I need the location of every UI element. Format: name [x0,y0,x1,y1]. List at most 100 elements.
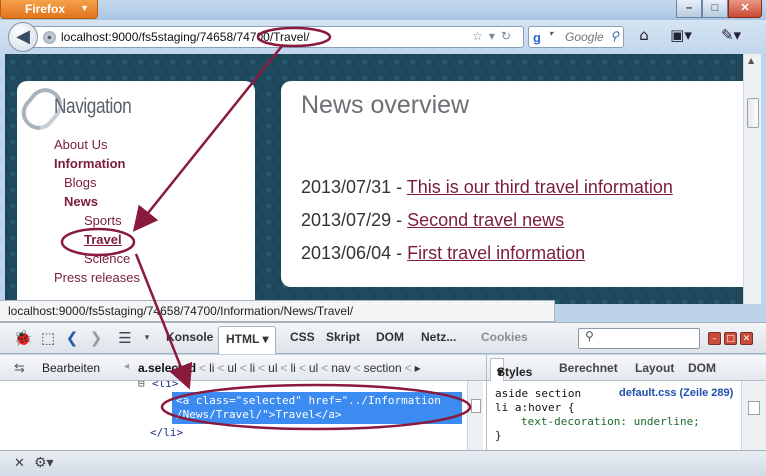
scrollbar-thumb[interactable] [747,98,759,128]
selected-html-node[interactable]: <a class="selected" href="../Information… [172,392,462,424]
nav-item-science[interactable]: Science [54,251,140,270]
url-bar[interactable]: ● localhost:9000/fs5staging/74658/74700/… [30,26,524,48]
chevron-down-icon[interactable]: ▾ [549,29,553,38]
css-rule-close: } [495,429,502,442]
breadcrumb-item[interactable]: li [291,361,296,375]
firebug-close-button[interactable]: ✕ [740,332,753,345]
search-icon: ⚲ [585,329,594,343]
nav-item-information[interactable]: Information [54,156,140,175]
news-link[interactable]: This is our third travel information [407,177,673,197]
tab-skript[interactable]: Skript [326,330,360,344]
scrollbar-thumb[interactable] [471,399,481,413]
news-link[interactable]: Second travel news [407,210,564,230]
news-link[interactable]: First travel information [407,243,585,263]
layout-icon[interactable]: ⇆ [14,360,25,376]
news-separator: - [391,177,407,197]
tab-konsole[interactable]: Konsole [166,330,213,344]
news-item: 2013/07/29 - Second travel news [301,210,564,231]
tab-styles[interactable]: Styles ▾ [490,358,532,381]
nav-item-sports[interactable]: Sports [54,213,140,232]
chevron-down-icon[interactable]: ▾ [140,333,154,343]
reload-icon[interactable]: ↻ [501,29,517,43]
news-date: 2013/07/29 [301,210,392,230]
search-placeholder: Google [565,30,604,44]
html-node-li[interactable]: <li> [152,381,179,390]
close-icon[interactable]: ✕ [14,456,25,471]
tab-cookies[interactable]: Cookies [481,330,528,344]
css-source-link[interactable]: default.css (Zeile 289) [619,387,733,399]
forward-icon[interactable]: ❯ [88,329,104,347]
firebug-search-input[interactable]: ⚲ [578,328,700,349]
minimize-button[interactable]: – [676,0,702,18]
tab-layout[interactable]: Layout [635,361,674,375]
tab-html[interactable]: HTML ▾ [218,326,277,354]
breadcrumb-item[interactable]: a.selected [138,361,196,375]
menu-icon[interactable]: ☰ [114,329,136,347]
dropdown-arrow-icon[interactable]: ▾ [489,29,501,43]
edit-button[interactable]: Bearbeiten [42,361,100,375]
firefox-window: { "window": { "app_button": "Firefox", "… [0,0,766,476]
nav-item-press-releases[interactable]: Press releases [54,270,140,289]
news-title: News overview [301,91,470,119]
breadcrumb-item[interactable]: nav [331,361,350,375]
search-icon[interactable]: ⚲ [610,29,619,43]
css-property[interactable]: text-decoration: underline; [495,415,766,429]
search-input[interactable]: g ▾ Google ⚲ [528,26,624,48]
nav-item-travel[interactable]: Travel [54,232,140,251]
chevron-down-icon[interactable]: ▾ [262,332,268,346]
breadcrumb: a.selected < li < ul < li < ul < li < ul < nav < section… [138,361,421,375]
bookmarks-icon[interactable]: ▣▾ [668,26,694,46]
tab-dom-side[interactable]: DOM [688,361,716,375]
nav-item-news[interactable]: News [54,194,140,213]
tab-css[interactable]: CSS [290,330,315,344]
news-date: 2013/07/31 [301,177,392,197]
scroll-up-icon[interactable]: ▲ [748,56,754,65]
css-pane-scrollbar[interactable] [741,381,766,450]
scroll-left-icon[interactable]: ◂ [124,361,129,372]
navigation-toolbar: ● localhost:9000/fs5staging/74658/74700/… [0,20,766,54]
html-pane-scrollbar[interactable] [467,381,483,450]
nav-item-blogs[interactable]: Blogs [54,175,140,194]
chevron-down-icon[interactable]: ▾ [497,365,503,379]
google-icon: g [533,30,541,45]
tab-netz[interactable]: Netz... [421,330,456,344]
news-panel: News overview 2013/07/31 - This is our t… [281,81,743,287]
collapse-toggle-icon[interactable]: ⊟ [138,381,145,390]
back-arrow-icon: ◀ [16,26,30,47]
site-identity-icon[interactable]: ● [43,31,56,44]
breadcrumb-item[interactable]: section [364,361,402,375]
back-button[interactable]: ◀ [8,22,38,52]
nav-item-about-us[interactable]: About Us [54,137,140,156]
breadcrumb-item[interactable]: ul [268,361,277,375]
firefox-menu-button[interactable]: Firefox ▼ [0,0,98,19]
scrollbar-thumb[interactable] [748,401,760,415]
bookmark-star-icon[interactable]: ☆ [472,29,489,43]
css-styles-pane: aside section li a:hover { text-decorati… [486,381,766,450]
addon-icon[interactable]: ✎▾ [718,26,744,46]
back-icon[interactable]: ❮ [64,329,80,347]
page-scrollbar[interactable]: ▲ [743,54,761,304]
tab-dom[interactable]: DOM [376,330,404,344]
firebug-icon[interactable]: 🐞 [12,329,34,347]
scroll-right-icon[interactable]: ▸ [415,361,421,375]
news-separator: - [391,210,408,230]
home-icon[interactable]: ⌂ [634,26,654,46]
navigation-panel: Navigation About Us Information Blogs Ne… [14,81,255,304]
breadcrumb-item[interactable]: li [250,361,255,375]
html-node-li-close[interactable]: </li> [150,426,183,439]
close-window-button[interactable]: ✕ [728,0,762,18]
breadcrumb-item[interactable]: ul [227,361,236,375]
status-bar: localhost:9000/fs5staging/74658/74700/In… [0,300,555,322]
inspect-icon[interactable]: ⬚ [38,329,58,347]
chevron-down-icon: ▼ [80,3,89,13]
maximize-button[interactable]: □ [702,0,728,18]
breadcrumb-item[interactable]: li [209,361,214,375]
firebug-detach-button[interactable]: □ [724,332,737,345]
tab-berechnet[interactable]: Berechnet [559,361,618,375]
gear-icon[interactable]: ⚙▾ [34,455,54,471]
breadcrumb-item[interactable]: ul [309,361,318,375]
firebug-minimize-button[interactable]: – [708,332,721,345]
title-bar: Firefox ▼ – □ ✕ [0,0,766,20]
selected-node-line-1: <a class="selected" href="../Information [176,394,441,407]
navigation-list: About Us Information Blogs News Sports T… [54,137,140,289]
